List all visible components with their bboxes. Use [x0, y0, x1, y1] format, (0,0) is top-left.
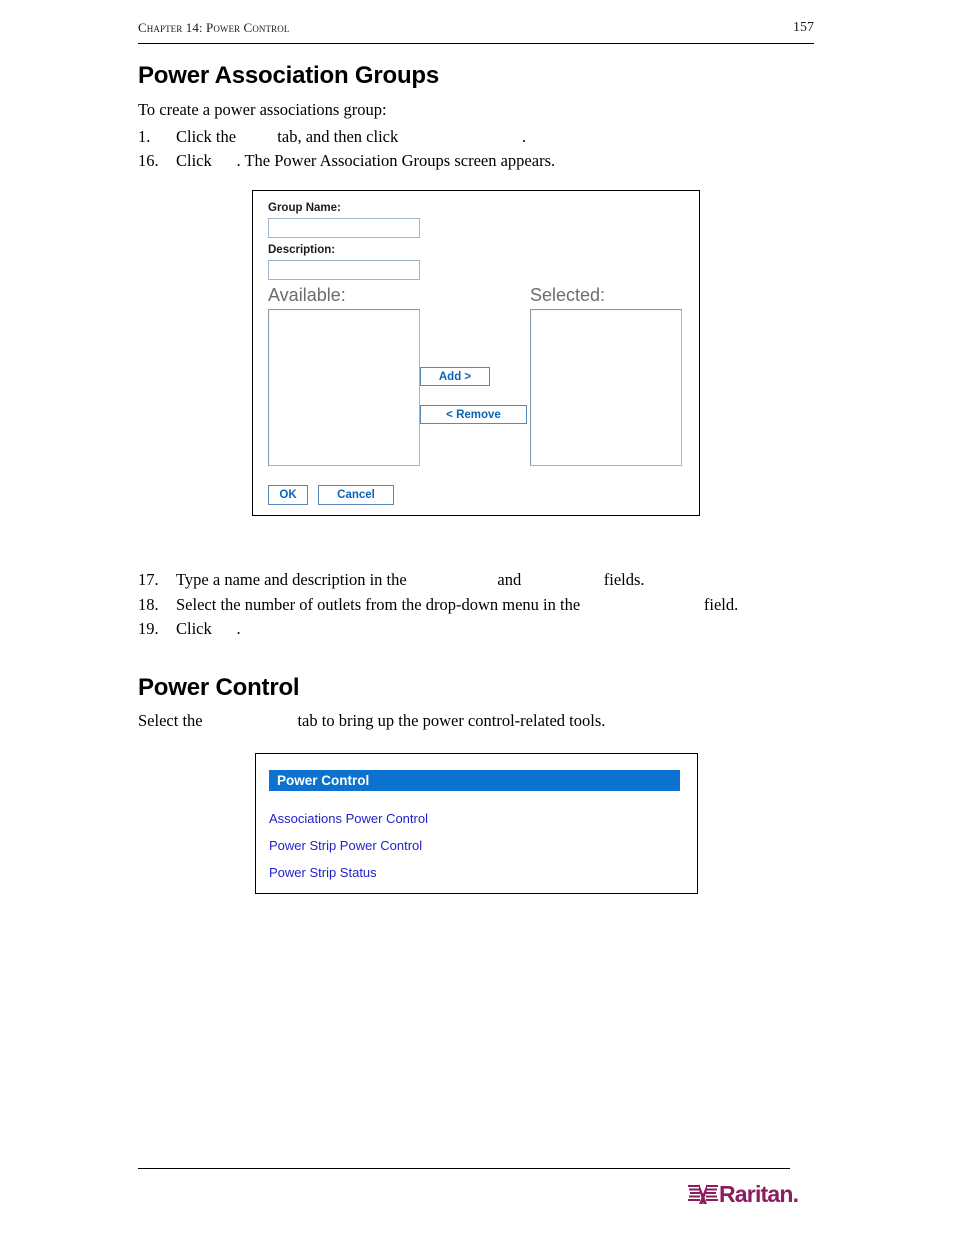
- group-name-label: Group Name:: [268, 202, 341, 214]
- available-list-label: Available:: [268, 285, 346, 305]
- raritan-logo-dot: .: [792, 1180, 800, 1207]
- heading-power-control: Power Control: [138, 674, 300, 701]
- intro-paragraph: To create a power associations group:: [138, 100, 387, 119]
- footer-divider: [138, 1168, 790, 1169]
- add-button[interactable]: Add >: [420, 367, 490, 386]
- description-input[interactable]: [268, 260, 420, 280]
- list-item-text: Click . The Power Association Groups scr…: [176, 151, 556, 170]
- document-page: Chapter 14: Power Control 157 Power Asso…: [0, 0, 954, 1235]
- remove-button[interactable]: < Remove: [420, 405, 527, 424]
- list-item-number: 16.: [138, 151, 159, 170]
- list-item-text: Select the number of outlets from the dr…: [176, 595, 739, 614]
- raritan-wordmark: Raritan: [719, 1180, 793, 1207]
- link-power-strip-power-control[interactable]: Power Strip Power Control: [269, 838, 422, 853]
- header-divider: [138, 43, 814, 44]
- group-name-input[interactable]: [268, 218, 420, 238]
- list-item-text: Type a name and description in the and f…: [176, 570, 645, 589]
- power-control-panel-header: Power Control: [269, 770, 680, 791]
- list-item-text: Click the tab, and then click .: [176, 127, 527, 146]
- list-item-text: Click .: [176, 619, 241, 638]
- list-item-number: 19.: [138, 619, 159, 638]
- raritan-logo-mark-icon: [688, 1184, 718, 1204]
- power-control-paragraph: Select the tab to bring up the power con…: [138, 711, 606, 730]
- raritan-logo: Raritan .: [688, 1180, 814, 1208]
- list-item-number: 18.: [138, 595, 159, 614]
- list-item-number: 1.: [138, 127, 151, 146]
- heading-power-association-groups: Power Association Groups: [138, 62, 440, 89]
- ok-button[interactable]: OK: [268, 485, 308, 505]
- cancel-button[interactable]: Cancel: [318, 485, 394, 505]
- selected-list-label: Selected:: [530, 285, 606, 305]
- available-listbox[interactable]: [268, 309, 420, 466]
- description-label: Description:: [268, 244, 336, 256]
- selected-listbox[interactable]: [530, 309, 682, 466]
- power-control-panel-title: Power Control: [277, 773, 370, 788]
- link-power-strip-status[interactable]: Power Strip Status: [269, 865, 377, 880]
- running-header: Chapter 14: Power Control 157: [138, 20, 814, 44]
- page-number: 157: [793, 20, 814, 35]
- power-association-groups-dialog: Group Name: Description: Available: Sele…: [252, 190, 700, 516]
- power-control-panel: Power Control Associations Power Control…: [255, 753, 698, 894]
- link-associations-power-control[interactable]: Associations Power Control: [269, 811, 428, 826]
- list-item-number: 17.: [138, 570, 159, 589]
- chapter-title: Chapter 14: Power Control: [138, 20, 290, 35]
